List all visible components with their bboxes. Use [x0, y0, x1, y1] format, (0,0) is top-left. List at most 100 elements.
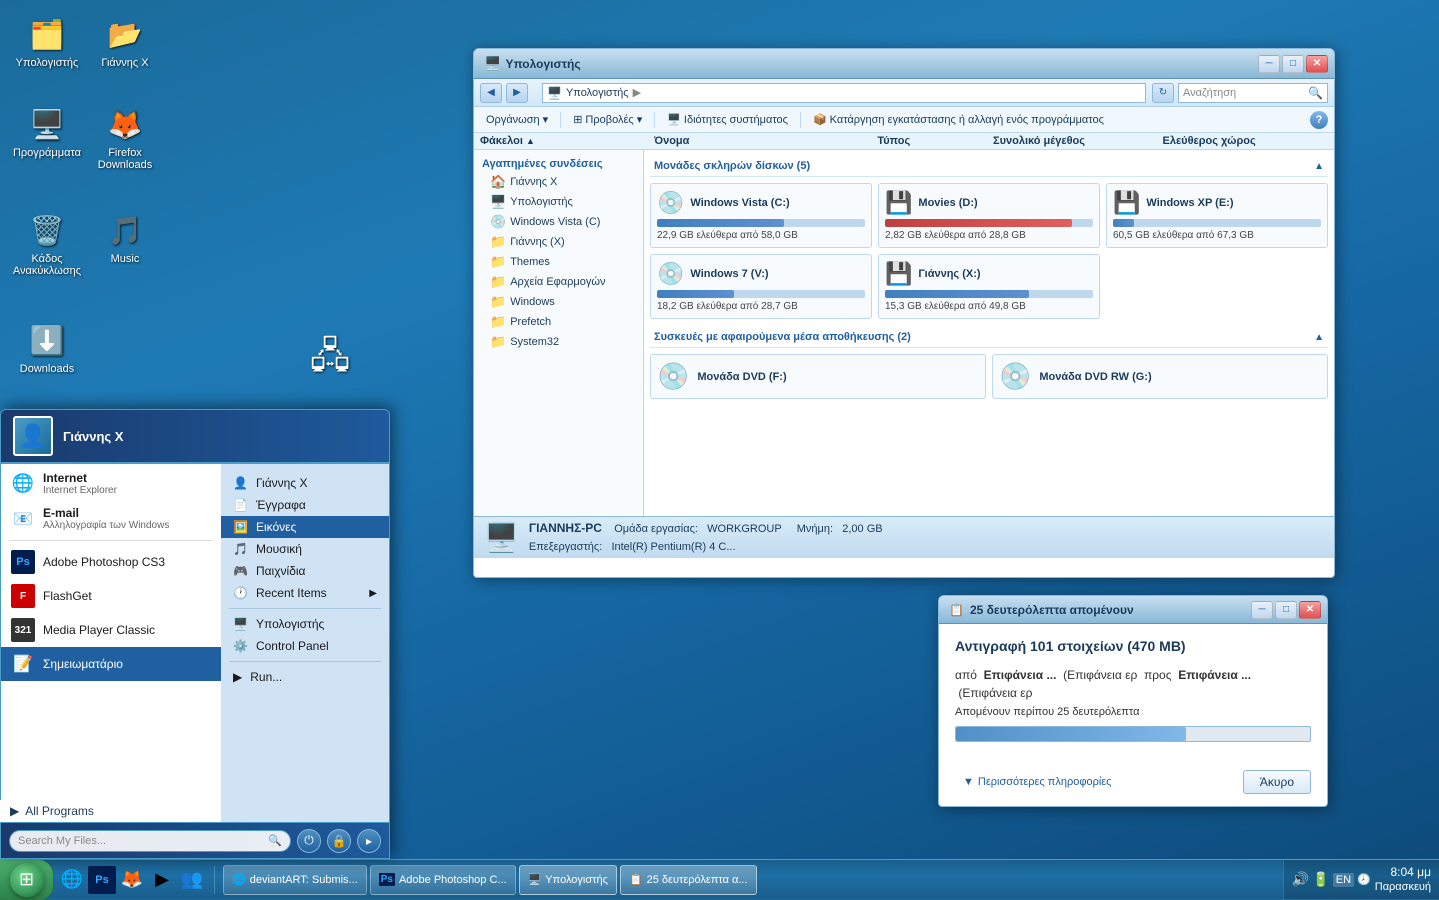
- right-item-computer[interactable]: 🖥️ Υπολογιστής: [221, 613, 389, 635]
- refresh-button[interactable]: ↻: [1152, 83, 1174, 103]
- search-placeholder: Search My Files...: [18, 835, 106, 847]
- desktop-icon-music[interactable]: 🎵 Music: [90, 210, 160, 265]
- search-box[interactable]: Search My Files... 🔍: [9, 830, 291, 852]
- cancel-button[interactable]: Άκυρο: [1243, 770, 1311, 794]
- copy-title-text: 25 δευτερόλεπτα απομένουν: [970, 603, 1251, 617]
- menu-item-mpc[interactable]: 321 Media Player Classic: [1, 613, 221, 647]
- address-text: Υπολογιστής: [566, 87, 629, 99]
- right-item-music[interactable]: 🎵 Μουσική: [221, 538, 389, 560]
- minimize-button[interactable]: ─: [1258, 55, 1280, 73]
- desktop-icon-network[interactable]: 🖧: [295, 340, 365, 383]
- sidebar-item-giannhs[interactable]: 🏠Γιάννης Χ: [474, 172, 643, 192]
- desktop-icon-firefox[interactable]: 🦊 Firefox Downloads: [90, 104, 160, 171]
- copy-title-icon: 📋: [949, 603, 964, 617]
- sidebar-item-apps[interactable]: 📁Αρχεία Εφαρμογών: [474, 272, 643, 292]
- search-icon: 🔍: [268, 834, 282, 847]
- copy-close-btn[interactable]: ✕: [1299, 601, 1321, 619]
- sidebar-item-prefetch[interactable]: 📁Prefetch: [474, 312, 643, 332]
- removable-item-1[interactable]: 💿 Μονάδα DVD RW (G:): [992, 354, 1328, 399]
- properties-menu[interactable]: 🖥️ Ιδιότητες συστήματος: [661, 111, 794, 128]
- drive-item-1[interactable]: 💾 Movies (D:) 2,82 GB ελεύθερα από 28,8 …: [878, 183, 1100, 248]
- menu-item-email[interactable]: 📧 E-mail Αλληλογραφία των Windows: [1, 501, 221, 536]
- menu-item-flashget[interactable]: F FlashGet: [1, 579, 221, 613]
- close-button[interactable]: ✕: [1306, 55, 1328, 73]
- sidebar-item-computer[interactable]: 🖥️Υπολογιστής: [474, 192, 643, 212]
- desktop-icon-computer[interactable]: 🖥️ Προγράμματα: [12, 104, 82, 159]
- sidebar-item-themes[interactable]: 📁Themes: [474, 252, 643, 272]
- drive-name: Windows 7 (V:): [690, 268, 768, 280]
- desktop-icon-programmata[interactable]: 📂 Γιάννης Χ: [90, 14, 160, 69]
- power-button[interactable]: ⏻: [297, 829, 321, 853]
- sidebar-item-windows[interactable]: 📁Windows: [474, 292, 643, 312]
- status-cpu: Intel(R) Pentium(R) 4 C...: [611, 541, 735, 553]
- taskbar-wmp-icon[interactable]: ▶: [148, 866, 176, 894]
- maximize-button[interactable]: □: [1282, 55, 1304, 73]
- right-comp-label: Υπολογιστής: [256, 617, 324, 631]
- taskbar-btn-copy[interactable]: 📋 25 δευτερόλεπτα α...: [620, 865, 757, 895]
- drive-item-2[interactable]: 💾 Windows XP (E:) 60,5 GB ελεύθερα από 6…: [1106, 183, 1328, 248]
- forward-button[interactable]: ▶: [506, 83, 528, 103]
- downloads-icon: ⬇️: [27, 320, 67, 360]
- address-bar[interactable]: 🖥️ Υπολογιστής ▶: [542, 83, 1146, 103]
- free-header[interactable]: Ελεύθερος χώρος: [1159, 135, 1329, 147]
- right-item-panel[interactable]: ⚙️ Control Panel: [221, 635, 389, 657]
- copy-max-btn[interactable]: □: [1275, 601, 1297, 619]
- menu-item-notepad[interactable]: 📝 Σημειωματάριο: [1, 647, 221, 681]
- arrow-button[interactable]: ▸: [357, 829, 381, 853]
- menu-item-ie[interactable]: 🌐 Internet Internet Explorer: [1, 464, 221, 501]
- right-item-recent[interactable]: 🕐 Recent Items ▶: [221, 582, 389, 604]
- right-item-run[interactable]: ▶ Run...: [221, 666, 389, 688]
- tb-ps-label: Adobe Photoshop C...: [399, 874, 507, 886]
- right-item-games[interactable]: 🎮 Παιχνίδια: [221, 560, 389, 582]
- drive-item-4[interactable]: 💾 Γιάννης (Χ:) 15,3 GB ελεύθερα από 49,8…: [878, 254, 1100, 319]
- ie-sub: Internet Explorer: [43, 485, 211, 496]
- taskbar-btn-photoshop[interactable]: Ps Adobe Photoshop C...: [370, 865, 516, 895]
- desktop-icon-giannhs[interactable]: 🗂️ Υπολογιστής: [12, 14, 82, 69]
- all-programs-row[interactable]: ▶ All Programs: [0, 800, 220, 822]
- rm-collapse[interactable]: ▲: [1314, 332, 1324, 343]
- views-menu[interactable]: ⊞ Προβολές ▾: [567, 111, 648, 128]
- file-explorer-window: 🖥️ Υπολογιστής ─ □ ✕ ◀ ▶ 🖥️ Υπολογιστής …: [473, 48, 1335, 578]
- back-button[interactable]: ◀: [480, 83, 502, 103]
- hd-collapse[interactable]: ▲: [1314, 161, 1324, 172]
- tray-clock-icon: 🕗: [1357, 873, 1371, 886]
- arrow-icon: ▶: [369, 588, 377, 599]
- taskbar-btn-explorer[interactable]: 🖥️ Υπολογιστής: [519, 865, 617, 895]
- desktop-icon-downloads[interactable]: ⬇️ Downloads: [12, 320, 82, 375]
- drive-item-0[interactable]: 💿 Windows Vista (C:) 22,9 GB ελεύθερα απ…: [650, 183, 872, 248]
- total-header[interactable]: Συνολικό μέγεθος: [989, 135, 1159, 147]
- taskbar-people-icon[interactable]: 👥: [178, 866, 206, 894]
- taskbar-ie-icon[interactable]: 🌐: [58, 866, 86, 894]
- more-info-icon: ▼: [963, 776, 974, 788]
- email-sub: Αλληλογραφία των Windows: [43, 520, 211, 531]
- type-header[interactable]: Τύπος: [873, 135, 989, 147]
- removable-item-0[interactable]: 💿 Μονάδα DVD (F:): [650, 354, 986, 399]
- search-field[interactable]: Αναζήτηση 🔍: [1178, 83, 1328, 103]
- uninstall-menu[interactable]: 📦 Κατάργηση εγκατάστασης ή αλλαγή ενός π…: [807, 111, 1110, 128]
- lock-button[interactable]: 🔒: [327, 829, 351, 853]
- more-info-button[interactable]: ▼ Περισσότερες πληροφορίες: [955, 772, 1120, 792]
- help-button[interactable]: ?: [1310, 111, 1328, 129]
- start-button[interactable]: ⊞: [0, 860, 54, 900]
- more-info-label: Περισσότερες πληροφορίες: [978, 776, 1112, 788]
- copy-min-btn[interactable]: ─: [1251, 601, 1273, 619]
- photoshop-icon: Ps: [11, 550, 35, 574]
- taskbar-ps-icon[interactable]: Ps: [88, 866, 116, 894]
- right-item-giannhs[interactable]: 👤 Γιάννης Χ: [221, 472, 389, 494]
- uninstall-label: Κατάργηση εγκατάστασης ή αλλαγή ενός προ…: [830, 114, 1104, 126]
- name-header[interactable]: Όνομα: [650, 135, 873, 147]
- right-item-images[interactable]: 🖼️ Εικόνες: [221, 516, 389, 538]
- sidebar-item-vista[interactable]: 💿Windows Vista (C): [474, 212, 643, 232]
- sidebar-item-giannhsx[interactable]: 📁Γιάννης (Χ): [474, 232, 643, 252]
- menu-item-photoshop[interactable]: Ps Adobe Photoshop CS3: [1, 545, 221, 579]
- drive-item-3[interactable]: 💿 Windows 7 (V:) 18,2 GB ελεύθερα από 28…: [650, 254, 872, 319]
- desktop-icon-recycle[interactable]: 🗑️ ΚάδοςΑνακύκλωσης: [12, 210, 82, 277]
- taskbar-firefox-icon[interactable]: 🦊: [118, 866, 146, 894]
- tray-volume-icon[interactable]: 🔋: [1312, 871, 1329, 888]
- taskbar-btn-deviantart[interactable]: 🌐 deviantART: Submis...: [223, 865, 367, 895]
- right-item-documents[interactable]: 📄 Έγγραφα: [221, 494, 389, 516]
- tray-network-icon[interactable]: 🔊: [1292, 871, 1309, 888]
- sidebar-item-system32[interactable]: 📁System32: [474, 332, 643, 352]
- organize-label: Οργάνωση: [486, 114, 540, 126]
- organize-menu[interactable]: Οργάνωση ▾: [480, 111, 554, 128]
